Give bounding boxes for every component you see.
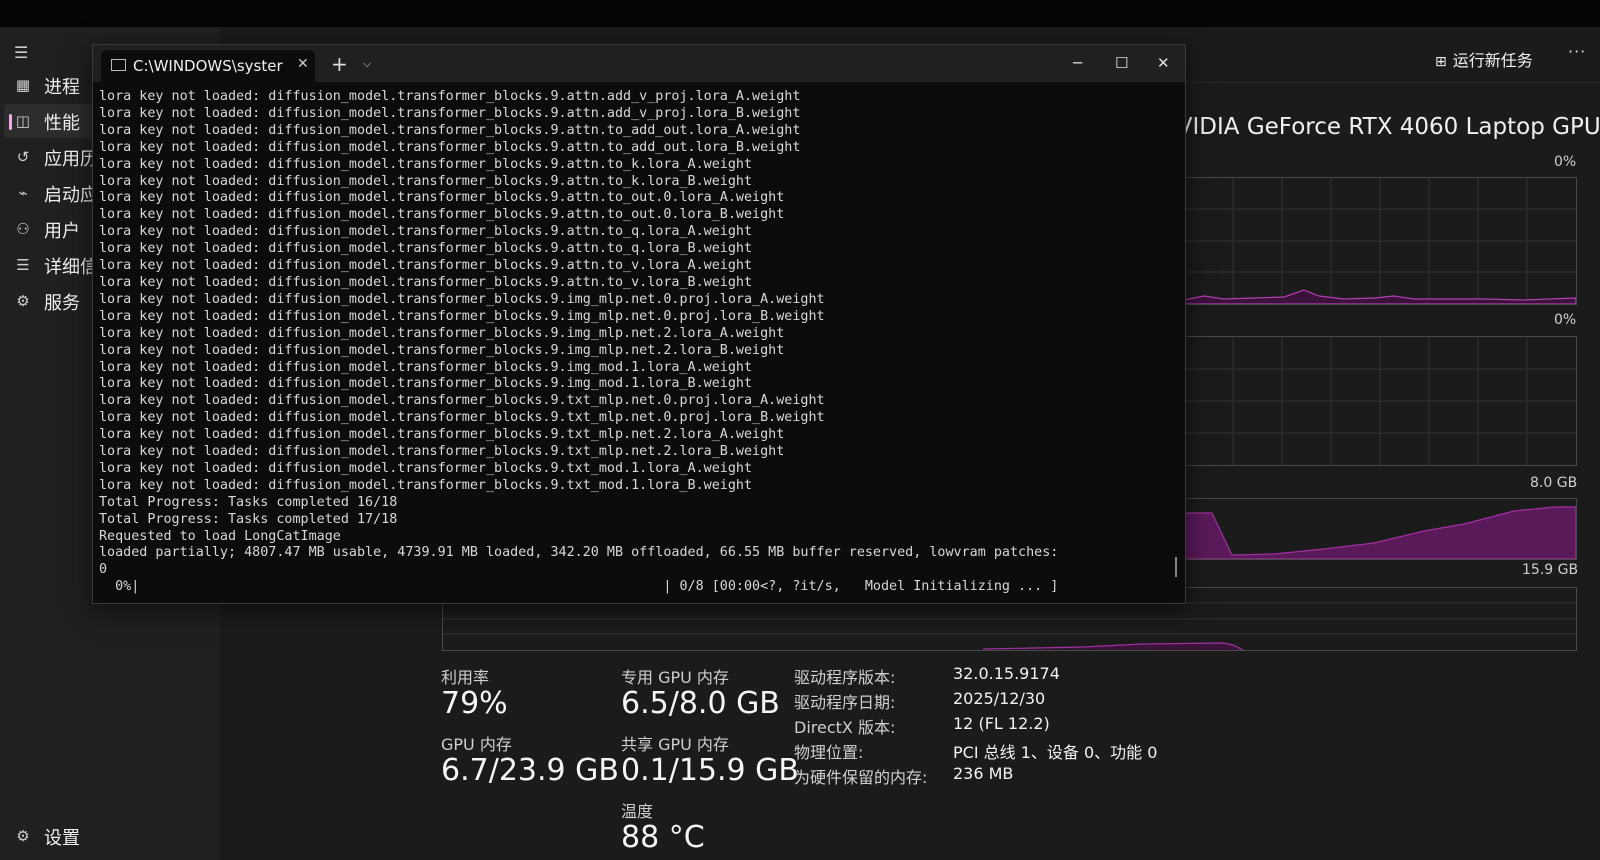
terminal-line: lora key not loaded: diffusion_model.tra…: [99, 258, 753, 274]
sidebar-item-label: 性能: [44, 113, 80, 134]
sidebar-item-performance[interactable]: ◫ 性能: [4, 104, 96, 138]
reserved-memory-value: 236 MB: [953, 764, 1014, 783]
details-icon: ☰: [16, 256, 30, 274]
terminal-line: lora key not loaded: diffusion_model.tra…: [99, 376, 753, 392]
menu-icon[interactable]: ☰: [14, 43, 28, 62]
shared-memory-value: 0.1/15.9 GB: [621, 753, 799, 788]
terminal-line: lora key not loaded: diffusion_model.tra…: [99, 139, 801, 155]
sidebar-item-label: 详细信: [44, 257, 98, 278]
terminal-line: lora key not loaded: diffusion_model.tra…: [99, 308, 825, 324]
minimize-button[interactable]: ─: [1073, 54, 1082, 72]
terminal-output[interactable]: lora key not loaded: diffusion_model.tra…: [99, 89, 1179, 599]
users-icon: ⚇: [16, 220, 30, 238]
terminal-tab[interactable]: C:\WINDOWS\syster ✕: [101, 50, 315, 82]
directx-version-key: DirectX 版本:: [794, 718, 896, 737]
new-task-icon: ⊞: [1435, 54, 1447, 70]
sidebar-item-label: 进程: [44, 77, 80, 98]
terminal-icon: [111, 59, 126, 71]
sidebar-item-label: 设置: [44, 828, 80, 849]
terminal-titlebar[interactable]: C:\WINDOWS\syster ✕ + ⌵ ─ ☐ ✕: [93, 45, 1185, 82]
shared-memory-label: 共享 GPU 内存: [621, 735, 729, 754]
physical-location-value: PCI 总线 1、设备 0、功能 0: [953, 743, 1158, 762]
driver-date-key: 驱动程序日期:: [794, 693, 896, 712]
gpu-memory-label: GPU 内存: [441, 735, 512, 754]
utilization-value: 79%: [441, 686, 508, 721]
gpu-graph-copy: [1183, 336, 1577, 466]
terminal-line: lora key not loaded: diffusion_model.tra…: [99, 410, 825, 426]
terminal-line: lora key not loaded: diffusion_model.tra…: [99, 105, 801, 121]
terminal-line: lora key not loaded: diffusion_model.tra…: [99, 393, 825, 409]
reserved-memory-key: 为硬件保留的内存:: [794, 768, 928, 787]
terminal-line: Total Progress: Tasks completed 17/18: [99, 511, 398, 527]
terminal-line: lora key not loaded: diffusion_model.tra…: [99, 444, 785, 460]
sidebar-item-label: 服务: [44, 293, 80, 314]
temperature-label: 温度: [621, 802, 654, 821]
graph1-max-label: 0%: [1554, 154, 1577, 170]
terminal-line: lora key not loaded: diffusion_model.tra…: [99, 477, 753, 493]
driver-version-value: 32.0.15.9174: [953, 664, 1060, 683]
close-tab-icon[interactable]: ✕: [297, 56, 309, 72]
performance-icon: ◫: [15, 112, 31, 130]
processes-icon: ▦: [15, 76, 31, 94]
app-history-icon: ↺: [16, 148, 30, 166]
screen-top-bar: [0, 0, 1600, 27]
terminal-line: lora key not loaded: diffusion_model.tra…: [99, 325, 785, 341]
terminal-line: 0%| | 0/8 [00:00<?, ?it/s, Model Initial…: [99, 579, 1059, 595]
terminal-line: lora key not loaded: diffusion_model.tra…: [99, 173, 753, 189]
maximize-button[interactable]: ☐: [1115, 54, 1128, 72]
sidebar-item-label: 应用历: [44, 149, 98, 170]
sidebar-item-label: 启动应: [44, 185, 98, 206]
terminal-line: lora key not loaded: diffusion_model.tra…: [99, 89, 801, 104]
chevron-down-icon[interactable]: ⌵: [363, 57, 371, 71]
services-icon: ⚙: [16, 292, 30, 310]
more-options-button[interactable]: ···: [1568, 42, 1586, 61]
terminal-tab-title: C:\WINDOWS\syster: [133, 57, 283, 75]
terminal-line: lora key not loaded: diffusion_model.tra…: [99, 122, 801, 138]
terminal-line: lora key not loaded: diffusion_model.tra…: [99, 241, 753, 257]
run-new-task-button[interactable]: ⊞ 运行新任务: [1435, 47, 1533, 71]
graph3-max-label: 8.0 GB: [1530, 475, 1578, 491]
terminal-line: lora key not loaded: diffusion_model.tra…: [99, 224, 753, 240]
close-button[interactable]: ✕: [1157, 54, 1170, 72]
terminal-line: lora key not loaded: diffusion_model.tra…: [99, 342, 785, 358]
terminal-line: loaded partially; 4807.47 MB usable, 473…: [99, 545, 1059, 561]
terminal-line: lora key not loaded: diffusion_model.tra…: [99, 190, 785, 206]
terminal-line: Total Progress: Tasks completed 16/18: [99, 494, 398, 510]
driver-version-key: 驱动程序版本:: [794, 668, 896, 687]
dedicated-memory-graph: [1183, 498, 1577, 560]
physical-location-key: 物理位置:: [794, 743, 864, 762]
terminal-line: lora key not loaded: diffusion_model.tra…: [99, 460, 753, 476]
startup-apps-icon: ⌁: [18, 184, 28, 202]
terminal-line: lora key not loaded: diffusion_model.tra…: [99, 207, 785, 223]
terminal-line: 0: [99, 562, 108, 578]
terminal-line: lora key not loaded: diffusion_model.tra…: [99, 427, 785, 443]
terminal-line: lora key not loaded: diffusion_model.tra…: [99, 274, 753, 290]
gpu-graph-3d: [1183, 177, 1577, 305]
active-indicator: [9, 114, 12, 130]
terminal-line: lora key not loaded: diffusion_model.tra…: [99, 156, 753, 172]
terminal-scrollbar[interactable]: [1175, 557, 1177, 577]
gear-icon: ⚙: [16, 827, 30, 845]
graph4-max-label: 15.9 GB: [1522, 562, 1579, 578]
dedicated-memory-value: 6.5/8.0 GB: [621, 686, 780, 721]
new-tab-button[interactable]: +: [331, 52, 348, 76]
directx-version-value: 12 (FL 12.2): [953, 714, 1050, 733]
terminal-line: lora key not loaded: diffusion_model.tra…: [99, 359, 753, 375]
driver-date-value: 2025/12/30: [953, 689, 1046, 708]
sidebar-item-label: 用户: [44, 221, 80, 242]
gpu-memory-value: 6.7/23.9 GB: [441, 753, 619, 788]
terminal-window[interactable]: C:\WINDOWS\syster ✕ + ⌵ ─ ☐ ✕ lora key n…: [92, 44, 1186, 604]
sidebar-item-settings[interactable]: ⚙ 设置: [0, 819, 220, 853]
dedicated-memory-label: 专用 GPU 内存: [621, 668, 729, 687]
utilization-label: 利用率: [441, 668, 490, 687]
terminal-line: lora key not loaded: diffusion_model.tra…: [99, 291, 825, 307]
graph2-max-label: 0%: [1554, 312, 1577, 328]
gpu-name: IVIDIA GeForce RTX 4060 Laptop GPU: [1170, 114, 1600, 140]
temperature-value: 88 °C: [621, 820, 705, 855]
run-new-task-label: 运行新任务: [1452, 51, 1533, 70]
terminal-line: Requested to load LongCatImage: [99, 528, 341, 544]
